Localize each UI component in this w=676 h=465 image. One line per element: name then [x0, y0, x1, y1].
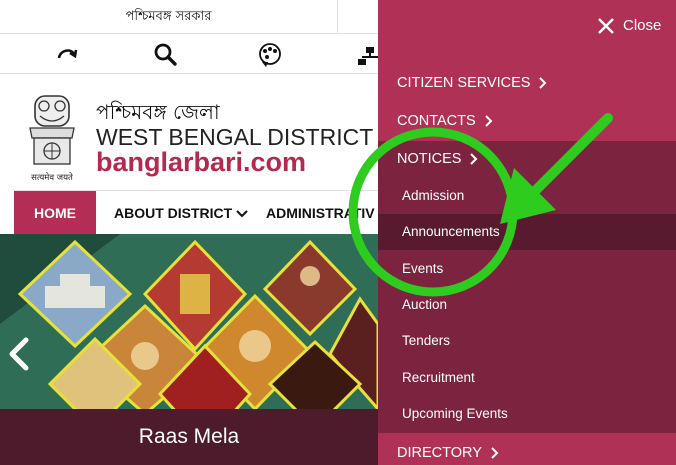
- nav-home[interactable]: HOME: [14, 191, 96, 235]
- slider-prev-arrow[interactable]: [4, 334, 34, 374]
- menu-directory[interactable]: DIRECTORY: [378, 435, 676, 465]
- festival-collage-image: [0, 234, 378, 409]
- nav-about-label: ABOUT DISTRICT: [114, 205, 233, 221]
- menu-directory-label: DIRECTORY: [397, 445, 482, 461]
- search-icon[interactable]: [152, 42, 178, 68]
- submenu-admission[interactable]: Admission: [378, 178, 676, 214]
- main-navigation: HOME ABOUT DISTRICT ADMINISTRATIV: [14, 190, 378, 235]
- chevron-right-icon: [491, 447, 499, 459]
- utility-toolbar: [0, 36, 378, 74]
- chevron-down-icon: [236, 210, 248, 218]
- close-label: Close: [623, 17, 662, 34]
- top-strip: পশ্চিমবঙ্গ সরকার: [0, 0, 378, 34]
- menu-notices[interactable]: NOTICES: [378, 141, 676, 177]
- submenu-upcoming-events[interactable]: Upcoming Events: [378, 396, 676, 432]
- menu-notices-label: NOTICES: [397, 151, 462, 167]
- chevron-right-icon: [539, 77, 547, 89]
- skip-to-content-icon[interactable]: [54, 42, 80, 68]
- site-domain[interactable]: banglarbari.com: [96, 147, 306, 178]
- menu-citizen-services-label: CITIZEN SERVICES: [397, 75, 531, 91]
- emblem-motto: सत्यमेव जयते: [31, 172, 73, 183]
- nav-administrative[interactable]: ADMINISTRATIV: [266, 191, 375, 235]
- submenu-auction[interactable]: Auction: [378, 287, 676, 323]
- accessibility-icon[interactable]: [256, 42, 282, 68]
- nav-about-district[interactable]: ABOUT DISTRICT: [114, 191, 248, 235]
- hero-slider: [0, 234, 378, 409]
- submenu-tenders[interactable]: Tenders: [378, 323, 676, 359]
- chevron-right-icon: [484, 115, 493, 127]
- state-emblem: सत्यमेव जयते: [22, 80, 82, 188]
- menu-contacts[interactable]: CONTACTS: [378, 103, 676, 139]
- side-menu-panel: Close CITIZEN SERVICES CONTACTS NOTICES …: [378, 0, 676, 465]
- close-icon: [598, 18, 614, 34]
- menu-citizen-services[interactable]: CITIZEN SERVICES: [378, 65, 676, 101]
- government-label[interactable]: পশ্চিমবঙ্গ সরকার: [0, 0, 338, 34]
- submenu-events[interactable]: Events: [378, 251, 676, 287]
- close-menu-button[interactable]: Close: [597, 14, 661, 38]
- menu-contacts-label: CONTACTS: [397, 113, 476, 129]
- submenu-announcements[interactable]: Announcements: [378, 214, 676, 250]
- submenu-recruitment[interactable]: Recruitment: [378, 360, 676, 396]
- chevron-right-icon: [470, 153, 478, 165]
- slide-caption: Raas Mela: [0, 409, 378, 465]
